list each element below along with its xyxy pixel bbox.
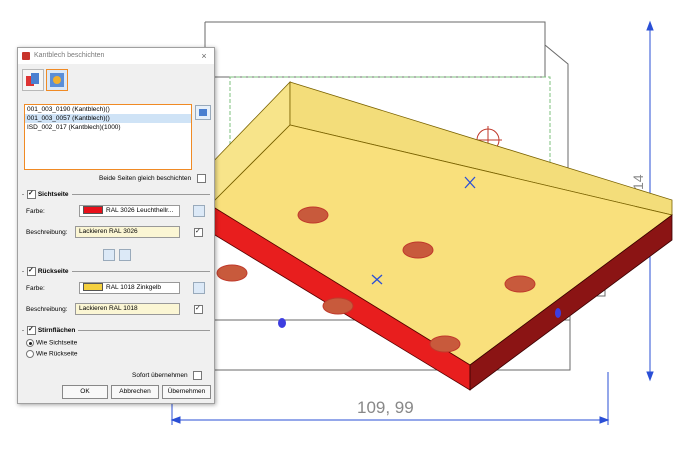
cancel-button[interactable]: Abbrechen [111, 385, 159, 399]
back-side-heading: Rückseite [37, 268, 69, 276]
swap-down-icon[interactable] [103, 249, 115, 261]
both-sides-checkbox[interactable] [196, 174, 206, 183]
front-color-value: RAL 3026 Leuchthellr... [106, 207, 174, 214]
both-sides-row: Beide Seiten gleich beschichten [99, 174, 206, 183]
front-side-group: Sichtseite [22, 189, 210, 199]
sheet-metal-icon-button[interactable] [22, 69, 44, 91]
tray-hole [429, 335, 461, 353]
dimension-width: 109, 99 [357, 398, 414, 417]
dialog-titlebar: Kantblech beschichten × [18, 48, 214, 64]
faces-checkbox[interactable] [27, 325, 36, 335]
list-item[interactable]: 001_003_0190 (Kantblech)() [25, 105, 191, 114]
tray-floor [209, 124, 673, 366]
back-color-select[interactable]: RAL 1018 Zinkgelb [79, 282, 180, 294]
back-desc-checkbox[interactable] [194, 304, 203, 314]
pick-part-button[interactable] [195, 105, 211, 120]
tray-hole [402, 241, 434, 259]
sheet-metal-icon [26, 73, 39, 86]
faces-option-front-label: Wie Sichtseite [36, 339, 78, 347]
pick-icon [199, 109, 207, 116]
dialog-title: Kantblech beschichten [34, 52, 105, 59]
back-desc-label: Beschreibung: [26, 306, 68, 313]
back-color-swatch [83, 283, 103, 292]
apply-now-checkbox[interactable] [193, 371, 203, 380]
front-color-label: Farbe: [26, 208, 45, 215]
tray-hole [216, 264, 248, 282]
faces-group: Stirnflächen [22, 325, 210, 335]
back-side-group: Rückseite [22, 266, 210, 276]
list-item[interactable]: ISD_002_017 (Kantblech)(1000) [25, 123, 191, 132]
app-icon [22, 52, 30, 60]
side-hole [278, 318, 286, 328]
faces-heading: Stirnflächen [37, 327, 76, 335]
tray-hole [322, 297, 354, 315]
list-item[interactable]: 001_003_0057 (Kantblech)() [25, 114, 191, 123]
side-hole [555, 308, 561, 318]
color-picker-icon[interactable] [193, 282, 205, 294]
tray-hole [504, 275, 536, 293]
faces-option-front[interactable]: Wie Sichtseite [26, 339, 77, 347]
front-side-heading: Sichtseite [37, 191, 69, 199]
front-side-checkbox[interactable] [27, 189, 36, 199]
front-color-select[interactable]: RAL 3026 Leuchthellr... [79, 205, 180, 217]
radio-front[interactable] [26, 339, 34, 347]
back-side-checkbox[interactable] [27, 266, 36, 276]
back-desc-input[interactable]: Lackieren RAL 1018 [75, 303, 180, 315]
faces-option-back[interactable]: Wie Rückseite [26, 350, 78, 358]
apply-now-label: Sofort übernehmen [132, 372, 188, 380]
apply-button[interactable]: Übernehmen [162, 385, 211, 399]
tray-hole [297, 206, 329, 224]
front-desc-checkbox[interactable] [194, 227, 203, 237]
color-picker-icon[interactable] [193, 205, 205, 217]
coating-dialog: Kantblech beschichten × 001_003_0190 (Ka… [17, 47, 215, 404]
back-color-label: Farbe: [26, 285, 45, 292]
front-desc-input[interactable]: Lackieren RAL 3026 [75, 226, 180, 238]
radio-back[interactable] [26, 350, 34, 358]
select-part-icon [50, 73, 64, 87]
close-button[interactable]: × [198, 50, 210, 62]
back-color-value: RAL 1018 Zinkgelb [106, 284, 162, 291]
front-color-swatch [83, 206, 103, 215]
faces-option-back-label: Wie Rückseite [36, 350, 78, 358]
parts-list[interactable]: 001_003_0190 (Kantblech)() 001_003_0057 … [24, 104, 192, 170]
front-desc-label: Beschreibung: [26, 229, 68, 236]
apply-now-row: Sofort übernehmen [132, 371, 203, 380]
both-sides-label: Beide Seiten gleich beschichten [99, 175, 192, 183]
select-part-icon-button[interactable] [46, 69, 68, 91]
ok-button[interactable]: OK [62, 385, 108, 399]
swap-up-icon[interactable] [119, 249, 131, 261]
